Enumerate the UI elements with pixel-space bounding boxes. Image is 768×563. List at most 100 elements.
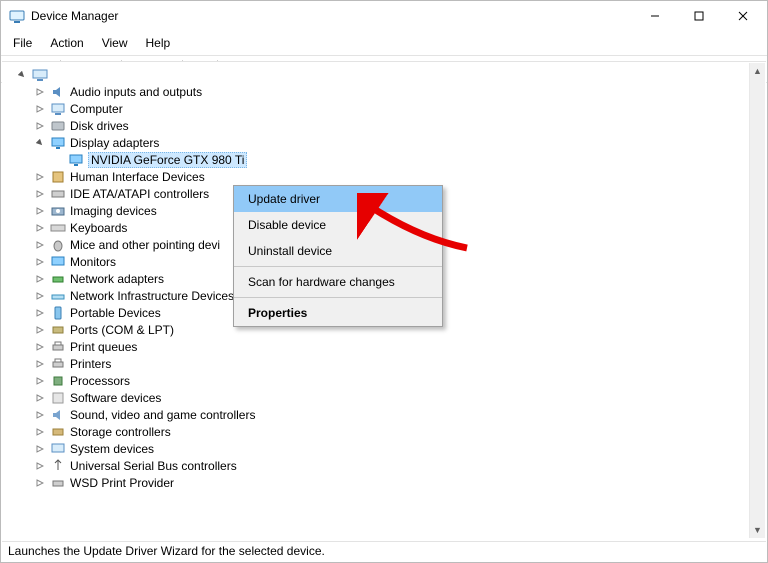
tree-item-hid[interactable]: Human Interface Devices — [34, 168, 766, 185]
tree-item-label: Monitors — [70, 255, 116, 269]
tree-item-label: Network Infrastructure Devices — [70, 289, 234, 303]
tree-item-label: Processors — [70, 374, 130, 388]
expand-icon[interactable] — [34, 120, 46, 132]
tree-item-label: IDE ATA/ATAPI controllers — [70, 187, 209, 201]
menu-view[interactable]: View — [94, 33, 136, 53]
phone-icon — [50, 305, 66, 321]
tree-item-computer[interactable]: Computer — [34, 100, 766, 117]
display-icon — [50, 135, 66, 151]
expand-icon[interactable] — [34, 256, 46, 268]
expand-icon[interactable] — [34, 307, 46, 319]
ctx-properties[interactable]: Properties — [234, 300, 442, 326]
tree-item-label: Sound, video and game controllers — [70, 408, 255, 422]
tree-item-usb[interactable]: Universal Serial Bus controllers — [34, 457, 766, 474]
chip-icon — [50, 373, 66, 389]
collapse-icon[interactable] — [34, 137, 46, 149]
minimize-button[interactable] — [633, 1, 677, 31]
expand-icon[interactable] — [34, 205, 46, 217]
expand-icon[interactable] — [34, 324, 46, 336]
selected-device-label: NVIDIA GeForce GTX 980 Ti — [88, 152, 247, 168]
expand-icon[interactable] — [34, 460, 46, 472]
scroll-up-icon[interactable]: ▲ — [750, 63, 765, 79]
expand-icon[interactable] — [34, 290, 46, 302]
system-icon — [50, 441, 66, 457]
tree-item-printers[interactable]: Printers — [34, 355, 766, 372]
tree-item-label: Audio inputs and outputs — [70, 85, 202, 99]
expand-icon[interactable] — [34, 86, 46, 98]
menu-file[interactable]: File — [5, 33, 40, 53]
tree-item-sound[interactable]: Sound, video and game controllers — [34, 406, 766, 423]
context-menu: Update driver Disable device Uninstall d… — [233, 185, 443, 327]
tree-item-label: Disk drives — [70, 119, 129, 133]
audio-icon — [50, 84, 66, 100]
disk-icon — [50, 118, 66, 134]
scroll-down-icon[interactable]: ▼ — [750, 522, 765, 538]
expand-icon[interactable] — [34, 477, 46, 489]
expand-icon[interactable] — [34, 426, 46, 438]
expand-icon[interactable] — [34, 375, 46, 387]
expand-icon[interactable] — [34, 171, 46, 183]
tree-item-system[interactable]: System devices — [34, 440, 766, 457]
tree-root[interactable] — [16, 66, 766, 83]
tree-item-label: Printers — [70, 357, 111, 371]
keyboard-icon — [50, 220, 66, 236]
expand-icon[interactable] — [34, 103, 46, 115]
tree-item-label: System devices — [70, 442, 154, 456]
camera-icon — [50, 203, 66, 219]
router-icon — [50, 288, 66, 304]
menu-help[interactable]: Help — [138, 33, 179, 53]
expand-icon[interactable] — [34, 392, 46, 404]
status-bar: Launches the Update Driver Wizard for th… — [2, 541, 766, 561]
expand-icon[interactable] — [34, 409, 46, 421]
expand-icon[interactable] — [34, 239, 46, 251]
close-button[interactable] — [721, 1, 765, 31]
titlebar: Device Manager — [1, 1, 767, 31]
tree-item-storage[interactable]: Storage controllers — [34, 423, 766, 440]
monitor-icon — [50, 254, 66, 270]
tree-item-label: Display adapters — [70, 136, 159, 150]
expand-icon[interactable] — [34, 273, 46, 285]
mouse-icon — [50, 237, 66, 253]
app-icon — [9, 8, 25, 24]
software-icon — [50, 390, 66, 406]
tree-item-disk[interactable]: Disk drives — [34, 117, 766, 134]
tree-item-gpu[interactable]: NVIDIA GeForce GTX 980 Ti — [52, 151, 766, 168]
display-icon — [68, 152, 84, 168]
ide-icon — [50, 186, 66, 202]
tree-item-label: Software devices — [70, 391, 161, 405]
printer-icon — [50, 356, 66, 372]
storage-icon — [50, 424, 66, 440]
vertical-scrollbar[interactable]: ▲ ▼ — [749, 63, 765, 538]
tree-item-software[interactable]: Software devices — [34, 389, 766, 406]
tree-item-wsd[interactable]: WSD Print Provider — [34, 474, 766, 491]
menu-action[interactable]: Action — [42, 33, 91, 53]
computer-icon — [32, 67, 48, 83]
context-separator — [234, 266, 442, 267]
tree-item-audio[interactable]: Audio inputs and outputs — [34, 83, 766, 100]
ctx-uninstall-device[interactable]: Uninstall device — [234, 238, 442, 264]
expand-icon[interactable] — [34, 443, 46, 455]
usb-icon — [50, 458, 66, 474]
expand-icon[interactable] — [34, 341, 46, 353]
computer-icon — [50, 101, 66, 117]
tree-item-label: Network adapters — [70, 272, 164, 286]
expand-icon[interactable] — [34, 188, 46, 200]
maximize-button[interactable] — [677, 1, 721, 31]
tree-item-label: Computer — [70, 102, 123, 116]
tree-item-label: Ports (COM & LPT) — [70, 323, 174, 337]
tree-item-processors[interactable]: Processors — [34, 372, 766, 389]
status-text: Launches the Update Driver Wizard for th… — [8, 544, 325, 558]
ctx-scan-hardware[interactable]: Scan for hardware changes — [234, 269, 442, 295]
expand-icon[interactable] — [34, 222, 46, 234]
port-icon — [50, 322, 66, 338]
collapse-icon[interactable] — [16, 69, 28, 81]
window-title: Device Manager — [31, 9, 633, 23]
expand-icon[interactable] — [34, 358, 46, 370]
ctx-disable-device[interactable]: Disable device — [234, 212, 442, 238]
tree-item-label: Human Interface Devices — [70, 170, 205, 184]
tree-item-label: WSD Print Provider — [70, 476, 174, 490]
tree-item-display-adapters[interactable]: Display adapters — [34, 134, 766, 151]
ctx-update-driver[interactable]: Update driver — [234, 186, 442, 212]
printer-icon — [50, 339, 66, 355]
tree-item-queues[interactable]: Print queues — [34, 338, 766, 355]
